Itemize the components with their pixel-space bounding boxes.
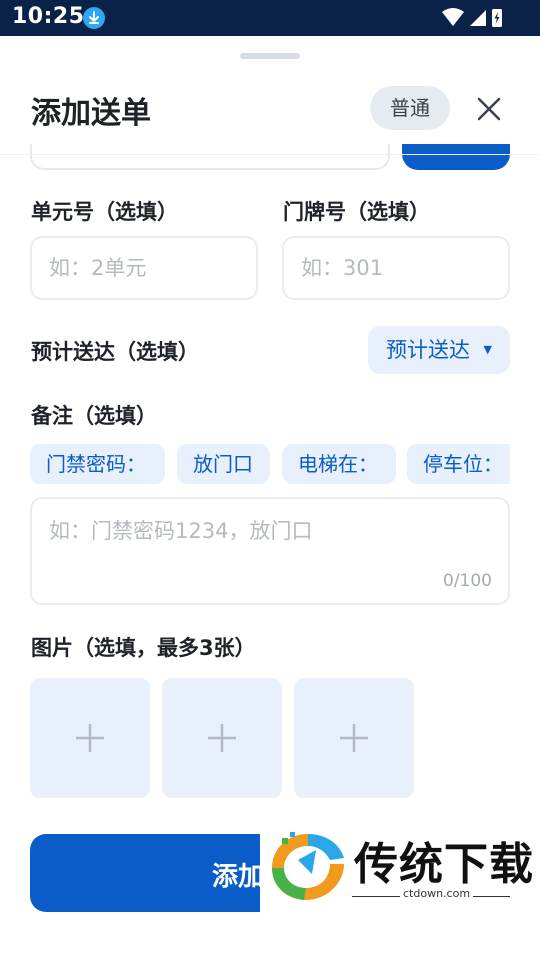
chip-gate-code[interactable]: 门禁密码： — [30, 444, 165, 484]
watermark-logo — [272, 832, 344, 900]
system-status-icons — [442, 8, 502, 27]
watermark-url: ctdown.com — [400, 887, 474, 900]
photos-label: 图片（选填，最多3张） — [31, 636, 256, 660]
add-photo-slot-3[interactable] — [294, 678, 414, 798]
chip-parking[interactable]: 停车位： — [407, 444, 510, 484]
caret-down-icon: ▼ — [483, 343, 492, 356]
door-number-label: 门牌号（选填） — [283, 200, 430, 224]
add-photo-slot-1[interactable] — [30, 678, 150, 798]
address-input-partial[interactable] — [30, 144, 390, 170]
remark-label: 备注（选填） — [31, 404, 157, 428]
plus-icon — [208, 724, 236, 752]
order-type-badge[interactable]: 普通 — [370, 86, 450, 130]
door-number-input[interactable]: 如：301 — [282, 236, 510, 300]
sheet-title: 添加送单 — [31, 96, 151, 131]
signal-icon — [470, 10, 486, 26]
unit-label: 单元号（选填） — [31, 200, 178, 224]
remark-quick-chips: 门禁密码： 放门口 电梯在： 停车位： — [30, 444, 510, 486]
remark-placeholder: 如：门禁密码1234，放门口 — [49, 519, 313, 543]
watermark-text: 传统下载 — [354, 839, 534, 890]
eta-label: 预计送达（选填） — [31, 340, 199, 364]
unit-input[interactable]: 如：2单元 — [30, 236, 258, 300]
battery-icon — [492, 9, 502, 27]
remark-textarea[interactable]: 如：门禁密码1234，放门口 0/100 — [30, 497, 510, 605]
header-divider — [0, 154, 540, 155]
close-icon[interactable] — [472, 92, 506, 126]
eta-dropdown-label: 预计送达 — [386, 338, 470, 362]
wifi-icon — [442, 8, 464, 26]
eta-dropdown[interactable]: 预计送达 ▼ — [368, 326, 510, 374]
add-photo-slot-2[interactable] — [162, 678, 282, 798]
status-time: 10:25 — [12, 4, 85, 29]
plus-icon — [340, 724, 368, 752]
plus-icon — [76, 724, 104, 752]
char-counter: 0/100 — [443, 571, 492, 591]
watermark: 传统下载 ctdown.com — [260, 804, 540, 960]
address-action-button-partial[interactable] — [402, 144, 510, 170]
status-bar: 10:25 — [0, 0, 540, 36]
drag-handle[interactable] — [240, 53, 300, 59]
chip-leave-at-door[interactable]: 放门口 — [177, 444, 270, 484]
submit-label: 添加 — [212, 862, 265, 892]
download-icon — [83, 7, 105, 29]
chip-elevator[interactable]: 电梯在： — [282, 444, 396, 484]
